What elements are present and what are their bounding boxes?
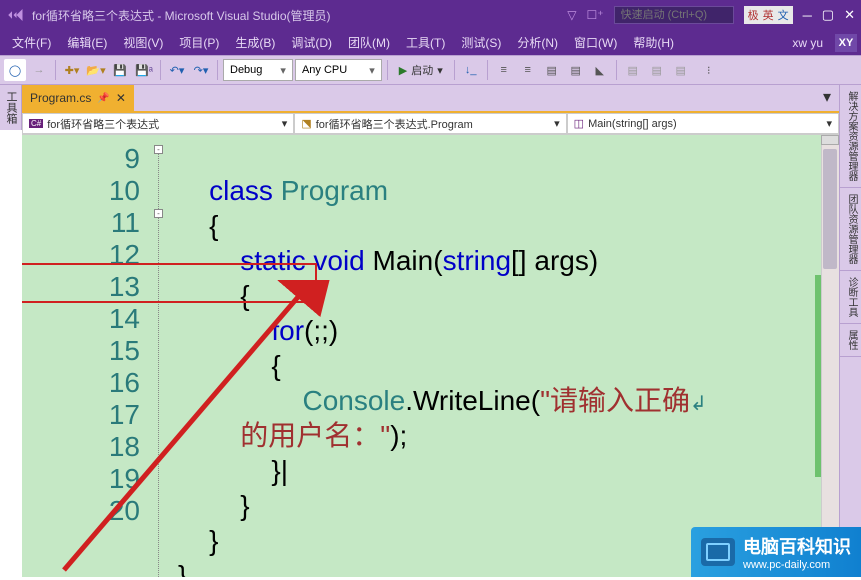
menu-build[interactable]: 生成(B) bbox=[227, 32, 283, 53]
text-caret: | bbox=[281, 455, 288, 486]
split-handle[interactable] bbox=[821, 135, 839, 145]
menu-bar: 文件(F) 编辑(E) 视图(V) 项目(P) 生成(B) 调试(D) 团队(M… bbox=[0, 30, 861, 55]
save-all-button[interactable]: 💾ᵃ bbox=[133, 59, 155, 81]
user-name[interactable]: xw yu bbox=[792, 36, 831, 50]
step-into-button[interactable]: ↓_ bbox=[460, 59, 482, 81]
menu-team[interactable]: 团队(M) bbox=[340, 32, 398, 53]
document-tab-program[interactable]: Program.cs 📌 ✕ bbox=[22, 85, 134, 111]
menu-edit[interactable]: 编辑(E) bbox=[59, 32, 115, 53]
minimize-button[interactable]: ─ bbox=[803, 8, 812, 23]
ime-indicator[interactable]: 极 英 文 bbox=[744, 6, 793, 24]
outline-margin[interactable]: - - bbox=[152, 135, 172, 577]
open-file-button[interactable]: 📂▾ bbox=[85, 59, 107, 81]
pin-icon[interactable]: 📌 bbox=[97, 93, 109, 104]
close-button[interactable]: ✕ bbox=[844, 7, 855, 23]
code-editor[interactable]: 9 10 11 12 13 14 15 16 17 18 19 20 - - c… bbox=[22, 135, 839, 577]
menu-help[interactable]: 帮助(H) bbox=[625, 32, 682, 53]
menu-tools[interactable]: 工具(T) bbox=[398, 32, 453, 53]
method-icon: ◫ bbox=[574, 117, 584, 130]
uncomment-button[interactable]: ≡ bbox=[517, 59, 539, 81]
watermark-url: www.pc-daily.com bbox=[743, 559, 851, 571]
wrap-arrow-icon: ↲ bbox=[690, 393, 707, 415]
close-tab-icon[interactable]: ✕ bbox=[116, 91, 126, 105]
type-dropdown[interactable]: ⬔ for循环省略三个表达式.Program▾ bbox=[294, 113, 566, 134]
play-icon: ▶ bbox=[399, 64, 407, 77]
properties-tab[interactable]: 属性 bbox=[840, 324, 861, 357]
bookmark-button[interactable]: ▤ bbox=[541, 59, 563, 81]
notification-icon[interactable]: ▽ bbox=[567, 8, 576, 22]
toolbar-overflow[interactable]: ⁝ bbox=[698, 59, 720, 81]
undo-button[interactable]: ↶▾ bbox=[166, 59, 188, 81]
comment-button[interactable]: ≡ bbox=[493, 59, 515, 81]
quick-launch-input[interactable] bbox=[614, 6, 734, 24]
indent-button[interactable]: ▤ bbox=[622, 59, 644, 81]
title-bar: for循环省略三个表达式 - Microsoft Visual Studio(管… bbox=[0, 0, 861, 30]
maximize-button[interactable]: ▢ bbox=[822, 7, 834, 23]
team-explorer-tab[interactable]: 团队资源管理器 bbox=[840, 188, 861, 271]
watermark: 电脑百科知识 www.pc-daily.com bbox=[691, 527, 861, 577]
feedback-icon[interactable]: ☐⁺ bbox=[586, 8, 603, 22]
annotation-highlight-box bbox=[22, 263, 317, 303]
watermark-icon bbox=[701, 538, 735, 566]
save-button[interactable]: 💾 bbox=[109, 59, 131, 81]
class-icon: ⬔ bbox=[301, 117, 311, 130]
nav-forward-button[interactable]: → bbox=[28, 59, 50, 81]
line-number-gutter: 9 10 11 12 13 14 15 16 17 18 19 20 bbox=[22, 135, 152, 577]
solution-explorer-tab[interactable]: 解决方案资源管理器 bbox=[840, 85, 861, 188]
flag-button[interactable]: ◣ bbox=[589, 59, 611, 81]
menu-view[interactable]: 视图(V) bbox=[115, 32, 171, 53]
solution-config-dropdown[interactable]: Debug ▾ bbox=[223, 59, 293, 81]
start-debug-button[interactable]: ▶启动 ▾ bbox=[393, 60, 449, 80]
standard-toolbar: ◯ → ✚▾ 📂▾ 💾 💾ᵃ ↶▾ ↷▾ Debug ▾ Any CPU ▾ ▶… bbox=[0, 55, 861, 85]
right-panel-tabs: 解决方案资源管理器 团队资源管理器 诊断工具 属性 bbox=[839, 85, 861, 577]
outdent-button[interactable]: ▤ bbox=[646, 59, 668, 81]
document-tab-well: Program.cs 📌 ✕ ▾ bbox=[22, 85, 839, 113]
menu-debug[interactable]: 调试(D) bbox=[283, 32, 340, 53]
nav-back-button[interactable]: ◯ bbox=[4, 59, 26, 81]
toolbox-panel-tab[interactable]: 工具箱 bbox=[0, 85, 22, 130]
csharp-project-icon: C# bbox=[29, 119, 43, 128]
tab-label: Program.cs bbox=[30, 91, 91, 105]
navigation-bar: C# for循环省略三个表达式▾ ⬔ for循环省略三个表达式.Program▾… bbox=[22, 113, 839, 135]
menu-file[interactable]: 文件(F) bbox=[4, 32, 59, 53]
member-dropdown[interactable]: ◫ Main(string[] args)▾ bbox=[567, 113, 839, 134]
scroll-thumb[interactable] bbox=[823, 149, 837, 269]
scope-dropdown[interactable]: C# for循环省略三个表达式▾ bbox=[22, 113, 294, 134]
tab-overflow-dropdown[interactable]: ▾ bbox=[815, 83, 839, 111]
menu-window[interactable]: 窗口(W) bbox=[566, 32, 625, 53]
vertical-scrollbar[interactable] bbox=[821, 135, 839, 577]
vs-logo-icon bbox=[6, 6, 24, 24]
code-content[interactable]: class Program { static void Main(string[… bbox=[172, 135, 839, 577]
menu-analyze[interactable]: 分析(N) bbox=[509, 32, 566, 53]
solution-platform-dropdown[interactable]: Any CPU ▾ bbox=[295, 59, 382, 81]
format-button[interactable]: ▤ bbox=[670, 59, 692, 81]
diagnostics-tab[interactable]: 诊断工具 bbox=[840, 271, 861, 324]
user-badge[interactable]: XY bbox=[835, 34, 857, 52]
toggle-button[interactable]: ▤ bbox=[565, 59, 587, 81]
window-title: for循环省略三个表达式 - Microsoft Visual Studio(管… bbox=[32, 7, 567, 24]
fold-toggle-icon[interactable]: - bbox=[154, 145, 163, 154]
menu-project[interactable]: 项目(P) bbox=[171, 32, 227, 53]
fold-toggle-icon[interactable]: - bbox=[154, 209, 163, 218]
watermark-title: 电脑百科知识 bbox=[743, 533, 851, 559]
redo-button[interactable]: ↷▾ bbox=[190, 59, 212, 81]
menu-test[interactable]: 测试(S) bbox=[453, 32, 509, 53]
new-project-button[interactable]: ✚▾ bbox=[61, 59, 83, 81]
